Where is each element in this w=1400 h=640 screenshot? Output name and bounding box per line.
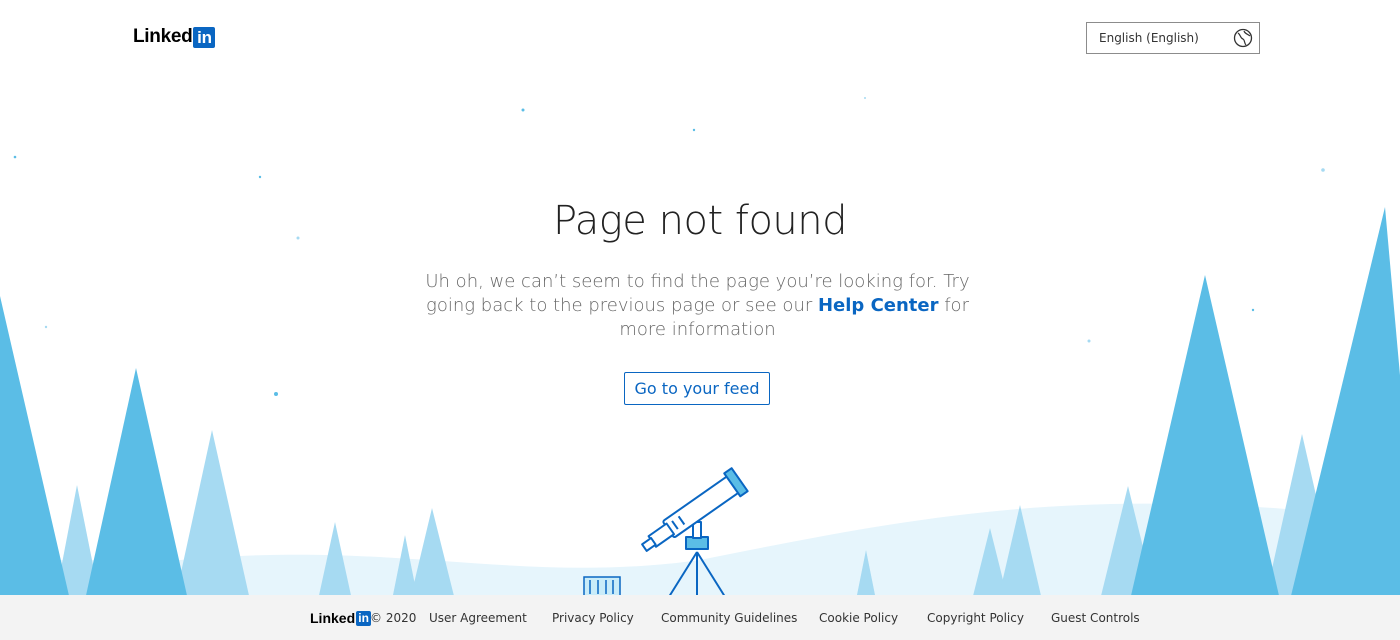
go-to-feed-button[interactable]: Go to your feed xyxy=(624,372,770,405)
logo-text: Linked xyxy=(133,26,193,47)
copyright-text: © 2020 xyxy=(370,611,417,625)
footer-logo-in-badge: in xyxy=(356,610,372,626)
page-title: Page not found xyxy=(552,198,848,244)
logo-in-badge: in xyxy=(193,26,216,48)
footer-link-privacy-policy[interactable]: Privacy Policy xyxy=(552,611,634,625)
language-select-value: English (English) xyxy=(1099,31,1199,45)
footer-link-community-guidelines[interactable]: Community Guidelines xyxy=(661,611,797,625)
footer-linkedin-logo[interactable]: Linked in xyxy=(310,610,372,626)
linkedin-logo[interactable]: Linked in xyxy=(133,26,216,48)
footer-logo-text: Linked xyxy=(310,610,356,626)
footer-link-guest-controls[interactable]: Guest Controls xyxy=(1051,611,1140,625)
snow-dots xyxy=(13,97,1325,396)
footer-link-cookie-policy[interactable]: Cookie Policy xyxy=(819,611,898,625)
help-center-link[interactable]: Help Center xyxy=(818,295,939,316)
language-select[interactable]: English (English) xyxy=(1086,22,1260,54)
footer-link-copyright-policy[interactable]: Copyright Policy xyxy=(927,611,1024,625)
error-message: Uh oh, we can’t seem to find the page yo… xyxy=(425,270,970,342)
globe-icon xyxy=(1233,28,1253,48)
sign-icon xyxy=(583,576,621,598)
footer-link-user-agreement[interactable]: User Agreement xyxy=(429,611,527,625)
